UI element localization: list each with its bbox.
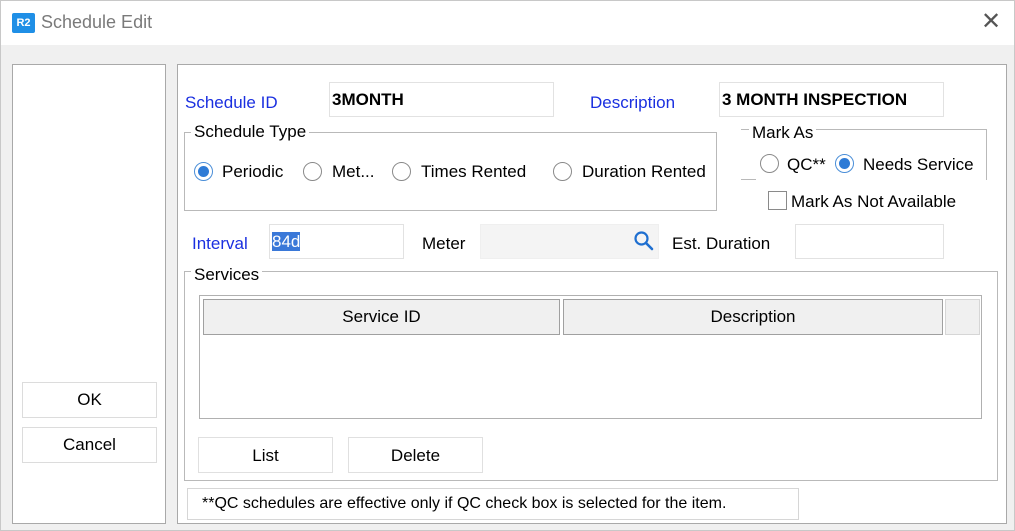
radio-times-rented-label: Times Rented xyxy=(421,162,527,181)
window-title: Schedule Edit xyxy=(41,12,153,32)
search-icon[interactable] xyxy=(633,230,655,252)
schedule-id-label: Schedule ID xyxy=(185,93,278,112)
radio-duration-rented-label: Duration Rented xyxy=(582,162,706,181)
qc-note: **QC schedules are effective only if QC … xyxy=(187,488,799,520)
radio-times-rented[interactable] xyxy=(392,162,411,181)
cancel-button[interactable]: Cancel xyxy=(22,427,157,463)
description-field[interactable]: 3 MONTH INSPECTION xyxy=(719,82,944,117)
not-available-checkbox[interactable] xyxy=(768,191,787,210)
est-duration-field[interactable] xyxy=(795,224,944,259)
radio-needs-service[interactable] xyxy=(835,154,854,173)
description-label: Description xyxy=(590,93,676,112)
schedule-edit-window: R2 Schedule Edit ✕ OK Cancel Schedule ID… xyxy=(0,0,1015,531)
title-bar: R2 Schedule Edit ✕ xyxy=(1,1,1014,45)
schedule-id-field[interactable]: 3MONTH xyxy=(329,82,554,117)
radio-qc[interactable] xyxy=(760,154,779,173)
meter-label: Meter xyxy=(422,234,466,253)
radio-meter[interactable] xyxy=(303,162,322,181)
services-legend: Services xyxy=(191,265,263,285)
column-header-description[interactable]: Description xyxy=(563,299,943,335)
ok-button[interactable]: OK xyxy=(22,382,157,418)
radio-meter-label: Met... xyxy=(332,162,375,181)
delete-button[interactable]: Delete xyxy=(348,437,483,473)
services-table[interactable]: Service ID Description xyxy=(199,295,982,419)
column-header-service-id[interactable]: Service ID xyxy=(203,299,560,335)
interval-label: Interval xyxy=(192,234,248,253)
app-icon: R2 xyxy=(12,13,35,33)
schedule-type-legend: Schedule Type xyxy=(191,122,310,142)
column-header-filler xyxy=(945,299,980,335)
interval-field[interactable]: 84d xyxy=(269,224,404,259)
list-button[interactable]: List xyxy=(198,437,333,473)
interval-value: 84d xyxy=(272,232,301,251)
radio-qc-label: QC** xyxy=(787,155,826,174)
radio-needs-service-label: Needs Service xyxy=(863,155,974,174)
not-available-label: Mark As Not Available xyxy=(791,192,957,211)
radio-duration-rented[interactable] xyxy=(553,162,572,181)
mark-as-legend: Mark As xyxy=(749,123,817,143)
mark-as-group-edge xyxy=(741,179,756,180)
close-icon[interactable]: ✕ xyxy=(979,10,1003,34)
radio-periodic-label: Periodic xyxy=(222,162,284,181)
radio-periodic[interactable] xyxy=(194,162,213,181)
est-duration-label: Est. Duration xyxy=(672,234,771,253)
